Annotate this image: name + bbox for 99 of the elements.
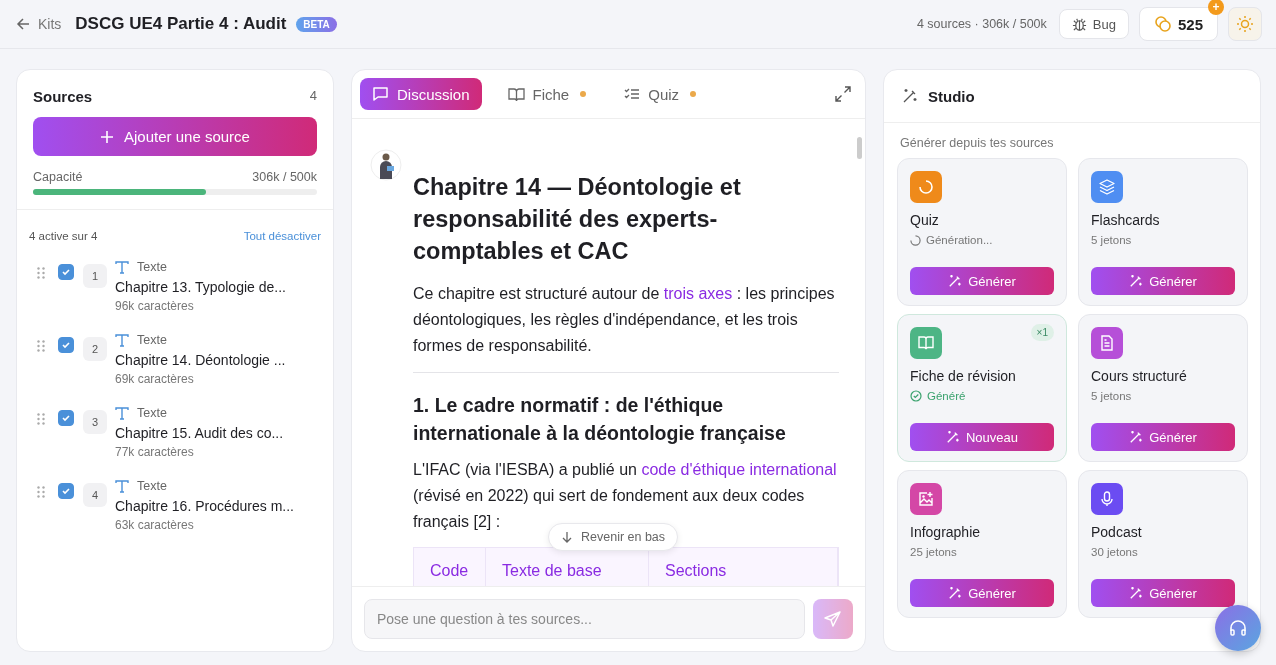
arrow-down-icon bbox=[561, 531, 573, 543]
panel-title: Sources bbox=[33, 88, 93, 105]
card-status: Génération... bbox=[926, 234, 993, 246]
magic-wand-icon bbox=[1129, 274, 1144, 288]
question-input[interactable]: Pose une question à tes sources... bbox=[364, 599, 805, 639]
generate-button[interactable]: Nouveau bbox=[910, 423, 1054, 451]
card-status: 30 jetons bbox=[1091, 546, 1138, 558]
source-size: 96k caractères bbox=[115, 299, 195, 313]
source-title[interactable]: Chapitre 15. Audit des co... bbox=[115, 425, 284, 441]
magic-wand-icon bbox=[902, 88, 918, 104]
magic-wand-icon bbox=[948, 274, 963, 288]
drag-handle-icon[interactable] bbox=[37, 486, 45, 498]
source-checkbox[interactable] bbox=[58, 337, 74, 353]
theme-toggle-button[interactable] bbox=[1228, 7, 1262, 41]
expand-icon[interactable] bbox=[835, 86, 851, 102]
tab[interactable]: Fiche bbox=[495, 78, 599, 110]
tab[interactable]: Discussion bbox=[360, 78, 482, 110]
check-icon bbox=[61, 413, 71, 423]
card-title: Fiche de révision bbox=[910, 368, 1017, 384]
generate-button[interactable]: Générer bbox=[910, 267, 1054, 295]
card-status: 5 jetons bbox=[1091, 234, 1132, 246]
card-title: Flashcards bbox=[1091, 212, 1161, 228]
bug-button[interactable]: Bug bbox=[1058, 9, 1129, 39]
source-type: Texte bbox=[137, 479, 167, 493]
text-type-icon bbox=[115, 406, 129, 420]
add-source-button[interactable]: Ajouter une source bbox=[33, 117, 317, 156]
spinner-icon bbox=[910, 234, 921, 246]
source-checkbox[interactable] bbox=[58, 264, 74, 280]
source-number: 3 bbox=[83, 410, 107, 434]
usage-stats: 4 sources · 306k / 500k bbox=[916, 17, 1047, 31]
count-badge: ×1 bbox=[1030, 324, 1054, 341]
scroll-to-bottom-button[interactable]: Revenir en bas bbox=[548, 523, 679, 551]
check-icon bbox=[61, 267, 71, 277]
checklist-icon bbox=[624, 87, 641, 101]
source-number: 4 bbox=[83, 483, 107, 507]
card-status: 5 jetons bbox=[1091, 390, 1132, 402]
card-status: 25 jetons bbox=[910, 546, 957, 558]
book-icon bbox=[507, 86, 525, 102]
beta-badge: BETA bbox=[296, 16, 337, 32]
capacity-reading: 306k / 500k bbox=[252, 170, 317, 184]
arrow-left-icon bbox=[16, 17, 30, 31]
panel-title: Studio bbox=[928, 87, 975, 105]
back-link[interactable]: Kits bbox=[16, 16, 62, 32]
tab[interactable]: Quiz bbox=[612, 78, 709, 110]
card-status: Généré bbox=[927, 390, 966, 402]
card-title: Infographie bbox=[910, 524, 982, 540]
coins-icon bbox=[1153, 15, 1172, 33]
text-type-icon bbox=[115, 333, 129, 347]
capacity-label: Capacité bbox=[33, 170, 83, 184]
source-number: 2 bbox=[83, 337, 107, 361]
card-title: Cours structuré bbox=[1091, 368, 1188, 384]
source-title[interactable]: Chapitre 14. Déontologie ... bbox=[115, 352, 286, 368]
bug-icon bbox=[1071, 16, 1087, 32]
page-title: DSCG UE4 Partie 4 : Audit bbox=[75, 14, 287, 34]
table-header-cell: Code bbox=[414, 548, 486, 586]
card-title: Podcast bbox=[1091, 524, 1143, 540]
magic-wand-icon bbox=[948, 586, 963, 600]
magic-wand-icon bbox=[1129, 430, 1144, 444]
message-paragraph: Ce chapitre est structuré autour de trois axes : les principes déontologiques, les règles d'indépendance, et les trois formes de responsabilité. bbox=[413, 284, 836, 356]
chat-bubble-icon bbox=[372, 86, 389, 102]
source-type: Texte bbox=[137, 406, 167, 420]
source-title[interactable]: Chapitre 13. Typologie de... bbox=[115, 279, 286, 295]
text-link[interactable]: code d'éthique international bbox=[641, 461, 837, 478]
source-type: Texte bbox=[137, 260, 167, 274]
section-heading: 1. Le cadre normatif : de l'éthique internationale à la déontologie française bbox=[413, 393, 787, 446]
source-checkbox[interactable] bbox=[58, 410, 74, 426]
check-icon bbox=[61, 340, 71, 350]
source-checkbox[interactable] bbox=[58, 483, 74, 499]
source-size: 63k caractères bbox=[115, 518, 195, 532]
drag-handle-icon[interactable] bbox=[37, 340, 45, 352]
text-type-icon bbox=[115, 260, 129, 274]
generate-button[interactable]: Générer bbox=[910, 579, 1054, 607]
assistant-avatar bbox=[370, 149, 402, 183]
source-size: 77k caractères bbox=[115, 445, 195, 459]
headphones-icon bbox=[1228, 618, 1248, 638]
generate-button[interactable]: Générer bbox=[1091, 579, 1235, 607]
message-heading: Chapitre 14 — Déontologie et responsabilité des experts-comptables et CAC bbox=[413, 173, 742, 266]
check-icon bbox=[61, 486, 71, 496]
send-icon bbox=[824, 610, 842, 628]
magic-wand-icon bbox=[945, 430, 960, 444]
source-count: 4 bbox=[309, 88, 317, 105]
source-type: Texte bbox=[137, 333, 167, 347]
generate-button[interactable]: Générer bbox=[1091, 267, 1235, 295]
drag-handle-icon[interactable] bbox=[37, 267, 45, 279]
check-circle-icon bbox=[910, 390, 922, 402]
studio-subtitle: Générer depuis tes sources bbox=[899, 135, 1055, 152]
source-size: 69k caractères bbox=[115, 372, 195, 386]
source-number: 1 bbox=[83, 264, 107, 288]
active-summary: 4 active sur 4 bbox=[29, 230, 98, 242]
generate-button[interactable]: Générer bbox=[1091, 423, 1235, 451]
source-title[interactable]: Chapitre 16. Procédures m... bbox=[115, 498, 294, 514]
drag-handle-icon[interactable] bbox=[37, 413, 45, 425]
text-type-icon bbox=[115, 479, 129, 493]
card-title: Quiz bbox=[910, 212, 940, 228]
sun-icon bbox=[1236, 15, 1254, 33]
magic-wand-icon bbox=[1129, 586, 1144, 600]
plus-icon bbox=[100, 129, 115, 144]
text-link[interactable]: trois axes bbox=[663, 285, 733, 302]
deactivate-all-link[interactable]: Tout désactiver bbox=[243, 230, 321, 242]
